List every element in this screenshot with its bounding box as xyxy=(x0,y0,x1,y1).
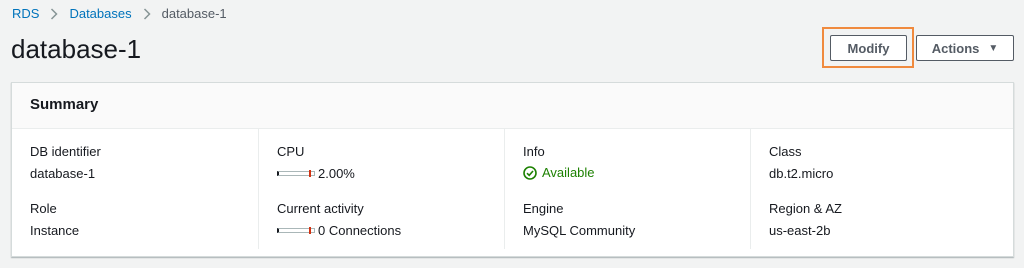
info-status: Available xyxy=(523,165,595,180)
actions-dropdown-button[interactable]: Actions ▼ xyxy=(916,35,1014,61)
current-activity-meter xyxy=(277,227,315,234)
breadcrumb-current: database-1 xyxy=(161,6,227,21)
current-activity-meter-threshold xyxy=(309,227,311,234)
db-identifier-value: database-1 xyxy=(30,166,96,181)
breadcrumb: RDS Databases database-1 xyxy=(12,6,227,21)
summary-title: Summary xyxy=(30,96,99,113)
region-label: Region & AZ xyxy=(769,201,842,216)
caret-down-icon: ▼ xyxy=(988,42,999,54)
cpu-meter-threshold xyxy=(309,170,311,177)
role-value: Instance xyxy=(30,223,80,238)
db-identifier-label: DB identifier xyxy=(30,144,101,159)
breadcrumb-rds-link[interactable]: RDS xyxy=(12,6,39,21)
cpu-meter-row: 2.00% xyxy=(277,166,355,181)
summary-panel: Summary DB identifier database-1 Role In… xyxy=(11,82,1014,257)
region-value: us-east-2b xyxy=(769,223,831,238)
page-title: database-1 xyxy=(11,34,142,64)
summary-column-info: Info Available Engine MySQL Community xyxy=(504,129,751,249)
modify-button[interactable]: Modify xyxy=(830,35,907,61)
engine-value: MySQL Community xyxy=(523,223,636,238)
chevron-right-icon xyxy=(50,7,59,20)
summary-column-identifier: DB identifier database-1 Role Instance xyxy=(12,129,258,249)
engine-label: Engine xyxy=(523,201,564,216)
actions-button-label: Actions xyxy=(931,40,980,56)
summary-column-cpu: CPU 2.00% Current activity 0 Connections xyxy=(258,129,505,249)
breadcrumb-databases-link[interactable]: Databases xyxy=(69,6,131,21)
check-circle-icon xyxy=(523,165,537,180)
info-label: Info xyxy=(523,144,545,159)
class-label: Class xyxy=(769,144,802,159)
cpu-label: CPU xyxy=(277,144,305,159)
class-value: db.t2.micro xyxy=(769,166,834,181)
summary-header: Summary xyxy=(12,83,1013,129)
summary-column-class: Class db.t2.micro Region & AZ us-east-2b xyxy=(750,129,1014,249)
info-value: Available xyxy=(542,165,595,180)
current-activity-meter-row: 0 Connections xyxy=(277,223,401,238)
summary-body: DB identifier database-1 Role Instance C… xyxy=(12,129,1013,257)
cpu-meter xyxy=(277,170,315,177)
cpu-value: 2.00% xyxy=(318,166,355,181)
current-activity-label: Current activity xyxy=(277,201,364,216)
current-activity-value: 0 Connections xyxy=(318,223,402,238)
role-label: Role xyxy=(30,201,57,216)
chevron-right-icon xyxy=(143,7,151,20)
